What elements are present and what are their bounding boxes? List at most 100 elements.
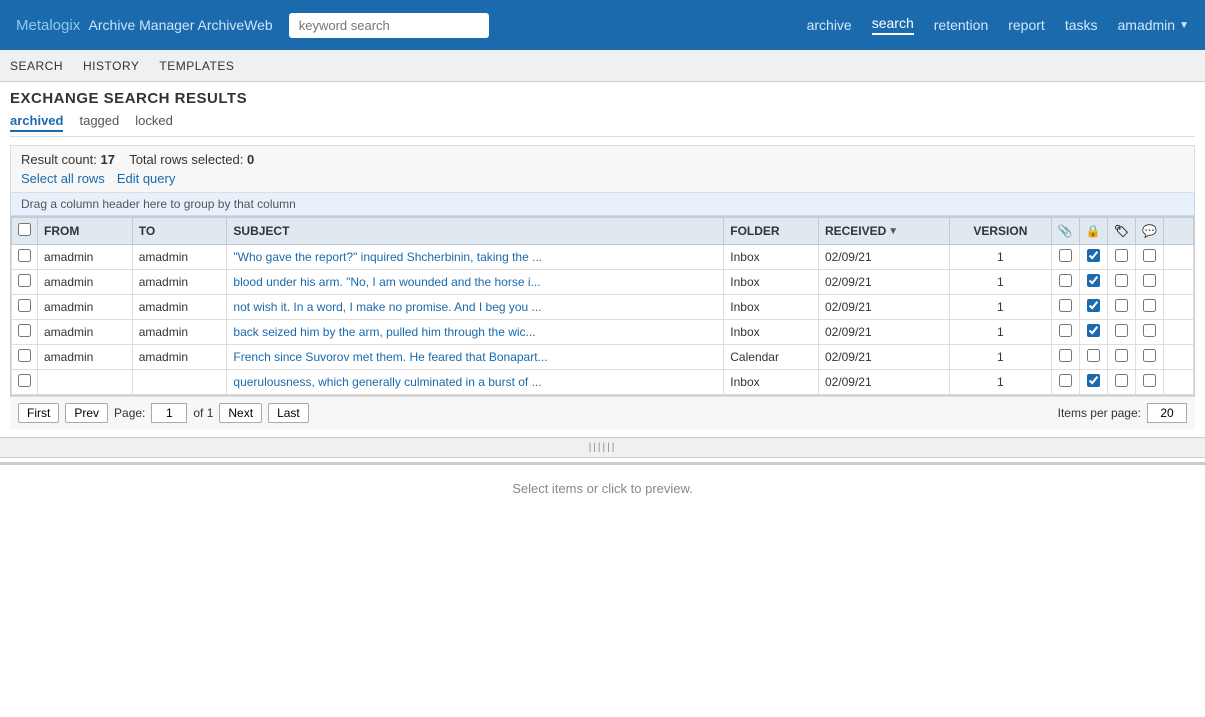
row-version: 1	[949, 345, 1051, 370]
row-attachment[interactable]	[1051, 270, 1079, 295]
sub-nav-history[interactable]: HISTORY	[83, 59, 139, 73]
row-attachment[interactable]	[1051, 245, 1079, 270]
col-header-received[interactable]: RECEIVED ▼	[818, 218, 949, 245]
items-per-page-label: Items per page:	[1058, 406, 1141, 420]
preview-text: Select items or click to preview.	[512, 481, 693, 496]
last-page-button[interactable]: Last	[268, 403, 309, 423]
row-attachment[interactable]	[1051, 295, 1079, 320]
drag-hint: Drag a column header here to group by th…	[10, 193, 1195, 216]
logo-metalogix: Metalogix	[16, 17, 80, 34]
next-page-button[interactable]: Next	[219, 403, 262, 423]
col-header-comment: 💬	[1136, 218, 1164, 245]
row-folder: Inbox	[724, 295, 819, 320]
row-attachment[interactable]	[1051, 345, 1079, 370]
row-checkbox[interactable]	[18, 274, 31, 287]
brand-logo: Metalogix Archive Manager ArchiveWeb	[16, 17, 273, 34]
col-header-from[interactable]: FROM	[38, 218, 133, 245]
divider-handle: ||||||	[589, 442, 617, 453]
prev-page-button[interactable]: Prev	[65, 403, 108, 423]
row-subject[interactable]: querulousness, which generally culminate…	[227, 370, 724, 395]
row-version: 1	[949, 370, 1051, 395]
keyword-search-input[interactable]	[289, 13, 489, 38]
page-number-input[interactable]	[151, 403, 187, 423]
row-from: amadmin	[38, 320, 133, 345]
table-row: amadminamadminback seized him by the arm…	[12, 320, 1194, 345]
select-all-checkbox[interactable]	[18, 223, 31, 236]
nav-links: archive search retention report tasks am…	[807, 15, 1189, 35]
result-count-line: Result count: 17 Total rows selected: 0	[21, 152, 1184, 167]
row-tag[interactable]	[1107, 370, 1135, 395]
row-folder: Inbox	[724, 270, 819, 295]
row-subject[interactable]: blood under his arm. "No, I am wounded a…	[227, 270, 724, 295]
row-checked-status[interactable]	[1079, 370, 1107, 395]
top-navigation: Metalogix Archive Manager ArchiveWeb arc…	[0, 0, 1205, 50]
row-subject[interactable]: "Who gave the report?" inquired Shcherbi…	[227, 245, 724, 270]
row-tag[interactable]	[1107, 320, 1135, 345]
row-comment[interactable]	[1136, 295, 1164, 320]
row-to: amadmin	[132, 245, 227, 270]
row-checkbox[interactable]	[18, 349, 31, 362]
row-tag[interactable]	[1107, 245, 1135, 270]
nav-link-amadmin[interactable]: amadmin ▼	[1118, 17, 1190, 33]
row-comment[interactable]	[1136, 345, 1164, 370]
table-row: amadminamadminnot wish it. In a word, I …	[12, 295, 1194, 320]
filter-tab-locked[interactable]: locked	[135, 113, 173, 132]
col-header-folder[interactable]: FOLDER	[724, 218, 819, 245]
col-header-lock: 🔒	[1079, 218, 1107, 245]
filter-tab-archived[interactable]: archived	[10, 113, 63, 132]
nav-link-archive[interactable]: archive	[807, 17, 852, 33]
row-comment[interactable]	[1136, 245, 1164, 270]
row-subject[interactable]: French since Suvorov met them. He feared…	[227, 345, 724, 370]
row-tag[interactable]	[1107, 270, 1135, 295]
row-subject[interactable]: not wish it. In a word, I make no promis…	[227, 295, 724, 320]
row-checked-status[interactable]	[1079, 270, 1107, 295]
items-per-page-input[interactable]	[1147, 403, 1187, 423]
row-checked-status[interactable]	[1079, 245, 1107, 270]
total-rows-value: 0	[247, 152, 254, 167]
nav-link-report[interactable]: report	[1008, 17, 1045, 33]
row-checkbox[interactable]	[18, 249, 31, 262]
row-checked-status[interactable]	[1079, 295, 1107, 320]
select-all-rows-link[interactable]: Select all rows	[21, 171, 105, 186]
nav-link-search[interactable]: search	[872, 15, 914, 35]
row-subject[interactable]: back seized him by the arm, pulled him t…	[227, 320, 724, 345]
row-comment[interactable]	[1136, 270, 1164, 295]
nav-link-retention[interactable]: retention	[934, 17, 988, 33]
row-extra	[1164, 270, 1194, 295]
preview-divider[interactable]: ||||||	[0, 437, 1205, 458]
col-header-subject[interactable]: SUBJECT	[227, 218, 724, 245]
col-header-checkbox[interactable]	[12, 218, 38, 245]
table-row: amadminamadminFrench since Suvorov met t…	[12, 345, 1194, 370]
items-per-page-control: Items per page:	[1058, 403, 1187, 423]
row-checkbox[interactable]	[18, 324, 31, 337]
col-header-to[interactable]: TO	[132, 218, 227, 245]
result-links: Select all rows Edit query	[21, 171, 1184, 186]
page-title: EXCHANGE SEARCH RESULTS	[10, 90, 1195, 107]
row-comment[interactable]	[1136, 370, 1164, 395]
main-content: EXCHANGE SEARCH RESULTS archived tagged …	[0, 82, 1205, 437]
row-attachment[interactable]	[1051, 320, 1079, 345]
row-extra	[1164, 245, 1194, 270]
col-header-extra	[1164, 218, 1194, 245]
sub-nav-search[interactable]: SEARCH	[10, 59, 63, 73]
edit-query-link[interactable]: Edit query	[117, 171, 176, 186]
row-to: amadmin	[132, 295, 227, 320]
row-version: 1	[949, 320, 1051, 345]
first-page-button[interactable]: First	[18, 403, 59, 423]
nav-link-tasks[interactable]: tasks	[1065, 17, 1098, 33]
row-checked-status[interactable]	[1079, 320, 1107, 345]
row-checked-status[interactable]	[1079, 345, 1107, 370]
filter-tab-tagged[interactable]: tagged	[79, 113, 119, 132]
sub-nav-templates[interactable]: TEMPLATES	[159, 59, 234, 73]
row-checkbox[interactable]	[18, 374, 31, 387]
col-header-version[interactable]: VERSION	[949, 218, 1051, 245]
result-info: Result count: 17 Total rows selected: 0 …	[10, 145, 1195, 193]
row-checkbox[interactable]	[18, 299, 31, 312]
row-from: amadmin	[38, 345, 133, 370]
row-to	[132, 370, 227, 395]
row-tag[interactable]	[1107, 345, 1135, 370]
row-comment[interactable]	[1136, 320, 1164, 345]
table-row: amadminamadmin"Who gave the report?" inq…	[12, 245, 1194, 270]
row-attachment[interactable]	[1051, 370, 1079, 395]
row-tag[interactable]	[1107, 295, 1135, 320]
